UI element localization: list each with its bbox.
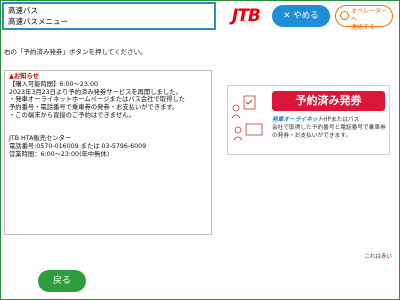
footer-note-red: 赤い — [380, 254, 392, 260]
reserved-ticket-button-label: 予約済み発券 — [272, 91, 385, 111]
operator-icon — [340, 11, 349, 20]
footer-note-prefix: これは — [364, 254, 381, 260]
close-icon: ✕ — [283, 11, 291, 21]
back-button[interactable]: 戻る — [38, 270, 86, 292]
ticketing-illustration-icon — [231, 95, 263, 141]
notice-body: 【購入可能時間】6:00〜23:00 2023年3月23日より予約済み発券サービ… — [9, 80, 185, 158]
banner-desc-rest: 会社で取得した予約番号と電話番号で乗車券の発券・お支払いができます。 — [272, 125, 386, 139]
notice-title: お知らせ — [13, 73, 39, 80]
breadcrumb: 高速バス 高速バスメニュー — [2, 2, 216, 30]
operator-label-line1: オペレーターへ — [351, 8, 388, 23]
breadcrumb-item-bus-menu: 高速バスメニュー — [8, 17, 68, 26]
contact-operator-button[interactable]: オペレーターへ 連絡する — [335, 5, 393, 31]
breadcrumb-item-highway-bus: 高速バス — [8, 6, 38, 15]
jtb-logo: JTB — [232, 6, 261, 26]
cancel-button[interactable]: ✕ やめる — [272, 5, 330, 27]
instruction-text: 右の「予約済み発券」ボタンを押してください。 — [4, 48, 147, 56]
footer-note: これは赤い — [364, 252, 392, 260]
reserved-ticket-banner[interactable]: 予約済み発券 発車オーライネットHPまたはバス 会社で取得した予約番号と電話番号… — [227, 85, 390, 155]
operator-label-line2: 連絡する — [351, 24, 376, 31]
banner-brand: 発車オーライネット — [272, 117, 324, 123]
cancel-button-label: やめる — [293, 11, 319, 21]
notice-box: ▲お知らせ 【購入可能時間】6:00〜23:00 2023年3月23日より予約済み… — [4, 70, 212, 235]
banner-desc-line1: HPまたはバス — [323, 117, 360, 123]
